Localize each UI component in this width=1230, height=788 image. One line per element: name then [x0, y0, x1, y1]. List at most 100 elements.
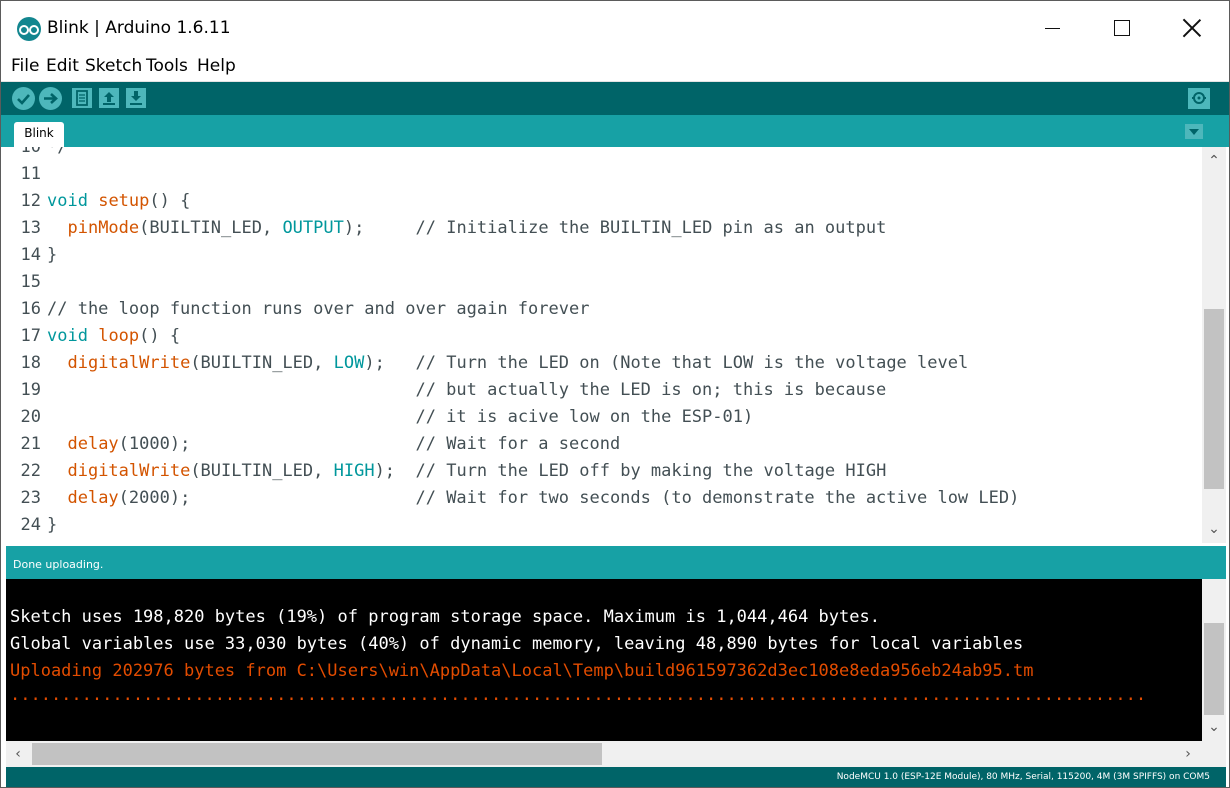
- code-line: 12 void setup() {: [6, 188, 1019, 215]
- code-text: */: [47, 147, 68, 157]
- menu-bar: File Edit Sketch Tools Help: [1, 55, 1229, 82]
- menu-edit[interactable]: Edit: [46, 56, 79, 76]
- code-line: 17 void loop() {: [6, 323, 1019, 350]
- tab-strip: Blink: [1, 115, 1229, 147]
- menu-sketch[interactable]: Sketch: [85, 56, 142, 76]
- line-number: 19: [20, 380, 41, 400]
- line-number: 16: [20, 299, 41, 319]
- close-icon: [1183, 19, 1201, 37]
- board-info: NodeMCU 1.0 (ESP-12E Module), 80 MHz, Se…: [836, 772, 1210, 782]
- status-bar: Done uploading.: [6, 546, 1226, 579]
- arduino-window: Blink | Arduino 1.6.11 File Edit Sketch …: [0, 0, 1230, 788]
- code-text: // but actually the LED is on; this is b…: [415, 380, 887, 400]
- console-line: Sketch uses 198,820 bytes (19%) of progr…: [10, 607, 880, 627]
- code-text: pinMode(BUILTIN_LED, OUTPUT); // Initial…: [67, 218, 887, 238]
- new-icon: [76, 90, 88, 106]
- console-output[interactable]: Sketch uses 198,820 bytes (19%) of progr…: [6, 579, 1202, 741]
- arduino-logo-icon: [17, 17, 41, 41]
- code-line: 10 */: [6, 147, 1019, 161]
- code-text: }: [47, 245, 58, 265]
- code-line: 23 delay(2000); // Wait for two seconds …: [6, 485, 1020, 512]
- serial-monitor-icon: [1192, 92, 1206, 104]
- close-button[interactable]: [1157, 1, 1227, 55]
- board-status-bar: NodeMCU 1.0 (ESP-12E Module), 80 MHz, Se…: [6, 767, 1226, 787]
- verify-icon: [17, 94, 30, 105]
- code-line: 18 digitalWrite(BUILTIN_LED, LOW); // Tu…: [6, 350, 1019, 377]
- code-line: 22 digitalWrite(BUILTIN_LED, HIGH); // T…: [6, 458, 1019, 485]
- menu-tools[interactable]: Tools: [146, 56, 188, 76]
- window-title: Blink | Arduino 1.6.11: [47, 18, 231, 38]
- status-message: Done uploading.: [13, 558, 104, 571]
- editor-vertical-scrollbar[interactable]: ⌃ ⌄: [1202, 147, 1226, 543]
- code-line: 15: [6, 269, 1019, 296]
- code-text: // it is acive low on the ESP-01): [415, 407, 754, 427]
- editor-scroll-thumb[interactable]: [1204, 309, 1224, 489]
- line-number: 13: [20, 218, 41, 238]
- console-line: Global variables use 33,030 bytes (40%) …: [10, 634, 1024, 654]
- tab-blink[interactable]: Blink: [14, 122, 64, 147]
- line-number: 22: [20, 461, 41, 481]
- serial-monitor-button[interactable]: [1188, 88, 1210, 109]
- console-horizontal-scrollbar[interactable]: ‹ ›: [6, 741, 1202, 767]
- line-number: 21: [20, 434, 41, 454]
- scroll-up-icon[interactable]: ⌃: [1202, 151, 1226, 171]
- upload-icon: [44, 93, 58, 104]
- open-sketch-button[interactable]: [99, 88, 119, 108]
- code-line: 19 // but actually the LED is on; this i…: [6, 377, 1019, 404]
- scroll-corner: [1202, 741, 1226, 767]
- line-number: 14: [20, 245, 41, 265]
- console-hscroll-thumb[interactable]: [32, 743, 602, 765]
- scroll-down-icon[interactable]: ⌄: [1202, 519, 1226, 539]
- code-text: delay(2000); // Wait for two seconds (to…: [67, 488, 1020, 508]
- code-line: 11: [6, 161, 1019, 188]
- code-text: // the loop function runs over and over …: [47, 299, 590, 319]
- title-bar: Blink | Arduino 1.6.11: [1, 1, 1229, 55]
- code-line: 16 // the loop function runs over and ove…: [6, 296, 1019, 323]
- scroll-left-icon[interactable]: ‹: [8, 744, 28, 764]
- minimize-icon: [1044, 27, 1060, 29]
- code-line: 13 pinMode(BUILTIN_LED, OUTPUT); // Init…: [6, 215, 1019, 242]
- code-line: 14}: [6, 242, 1019, 269]
- code-line: 20 // it is acive low on the ESP-01): [6, 404, 1019, 431]
- save-icon: [130, 91, 142, 105]
- code-text: digitalWrite(BUILTIN_LED, LOW); // Turn …: [67, 353, 969, 373]
- verify-button[interactable]: [12, 87, 35, 110]
- code-text: digitalWrite(BUILTIN_LED, HIGH); // Turn…: [67, 461, 887, 481]
- maximize-icon: [1114, 20, 1130, 36]
- code-lines: 10 */ 11 12 void setup() { 13 pinMode(BUIL…: [6, 147, 1020, 539]
- code-text: void setup() {: [47, 191, 191, 211]
- console-line: ........................................…: [10, 685, 1147, 705]
- line-number: 23: [20, 488, 41, 508]
- line-number: 10: [20, 147, 41, 157]
- code-text: delay(1000); // Wait for a second: [67, 434, 621, 454]
- line-number: 12: [20, 191, 41, 211]
- code-text: void loop() {: [47, 326, 181, 346]
- console-scroll-thumb[interactable]: [1204, 623, 1224, 715]
- line-number: 17: [20, 326, 41, 346]
- console-vertical-scrollbar[interactable]: ⌄: [1202, 579, 1226, 741]
- upload-button[interactable]: [39, 87, 62, 110]
- scroll-down-icon[interactable]: ⌄: [1202, 717, 1226, 737]
- toolbar: [1, 82, 1229, 115]
- menu-file[interactable]: File: [11, 56, 39, 76]
- menu-help[interactable]: Help: [197, 56, 236, 76]
- code-line: 21 delay(1000); // Wait for a second: [6, 431, 1019, 458]
- new-sketch-button[interactable]: [72, 88, 92, 108]
- console-line: Uploading 202976 bytes from C:\Users\win…: [10, 661, 1034, 681]
- code-line: 24}: [6, 512, 1019, 539]
- save-sketch-button[interactable]: [126, 88, 146, 108]
- code-editor[interactable]: 10 */ 11 12 void setup() { 13 pinMode(BUIL…: [6, 147, 1202, 543]
- maximize-button[interactable]: [1087, 1, 1157, 55]
- open-icon: [103, 92, 115, 105]
- line-number: 24: [20, 515, 41, 535]
- scroll-right-icon[interactable]: ›: [1178, 744, 1198, 764]
- tab-menu-button[interactable]: [1185, 124, 1203, 139]
- line-number: 11: [20, 164, 41, 184]
- minimize-button[interactable]: [1017, 1, 1087, 55]
- line-number: 20: [20, 407, 41, 427]
- line-number: 15: [20, 272, 41, 292]
- line-number: 18: [20, 353, 41, 373]
- code-text: }: [47, 515, 58, 535]
